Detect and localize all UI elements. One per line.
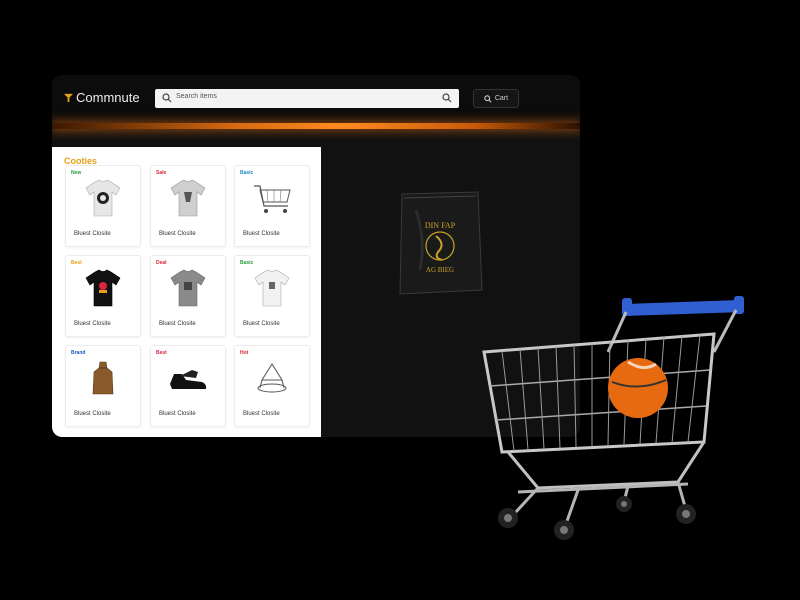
- search-icon: [484, 94, 492, 103]
- product-tag: Deal: [156, 260, 167, 266]
- tshirt-icon: [170, 269, 206, 307]
- product-tag: Brand: [71, 350, 86, 356]
- product-tag: Best: [71, 260, 82, 266]
- product-caption: Bluest Closite: [74, 411, 111, 417]
- product-caption: Bluest Closite: [74, 231, 111, 237]
- product-caption: Bluest Closite: [159, 411, 196, 417]
- cart-icon: [254, 185, 291, 213]
- bag-icon: [92, 361, 114, 395]
- shopping-cart-icon: [482, 296, 744, 540]
- product-card[interactable]: Best Bluest Closite: [150, 345, 226, 427]
- bag-label-top: DIN FAP: [425, 221, 456, 230]
- tshirt-icon: [85, 269, 121, 307]
- shoe-icon: [170, 370, 207, 389]
- product-tag: Basic: [240, 260, 254, 266]
- cart-button-label: Cart: [494, 95, 509, 102]
- product-caption: Bluest Closite: [159, 321, 196, 327]
- product-card[interactable]: Sale Bluest Closite: [150, 165, 226, 247]
- product-card[interactable]: Deal Bluest Closite: [150, 255, 226, 337]
- cart-button[interactable]: Cart: [473, 89, 519, 108]
- product-tag: Sale: [156, 170, 167, 176]
- tshirt-icon: [254, 269, 290, 307]
- product-caption: Bluest Closite: [243, 321, 280, 327]
- product-card[interactable]: Brand Bluest Closite: [65, 345, 141, 427]
- package-bag-icon[interactable]: DIN FAP AG BIEG: [396, 190, 484, 296]
- header-glow-divider: [52, 123, 580, 129]
- app-logo[interactable]: Commnute: [64, 90, 140, 105]
- product-card[interactable]: Basic Bluest Closite: [234, 255, 310, 337]
- bag-label-bottom: AG BIEG: [426, 266, 454, 274]
- product-tag: New: [71, 170, 82, 176]
- product-card[interactable]: Basic Bluest Closite: [234, 165, 310, 247]
- product-caption: Bluest Closite: [243, 411, 280, 417]
- app-header: Commnute Search items Cart: [52, 75, 580, 123]
- product-caption: Bluest Closite: [74, 321, 111, 327]
- search-submit-icon[interactable]: [442, 93, 452, 103]
- product-tag: Best: [156, 350, 167, 356]
- product-caption: Bluest Closite: [159, 231, 196, 237]
- tshirt-icon: [85, 179, 121, 217]
- logo-icon: [64, 93, 73, 102]
- hanger-icon: [257, 363, 287, 393]
- search-input[interactable]: Search items: [176, 93, 217, 100]
- product-card[interactable]: Best Bluest Closite: [65, 255, 141, 337]
- product-tag: Hot: [240, 350, 249, 356]
- product-caption: Bluest Closite: [243, 231, 280, 237]
- product-card[interactable]: New Bluest Closite: [65, 165, 141, 247]
- tshirt-icon: [170, 179, 206, 217]
- product-card[interactable]: Hot Bluest Closite: [234, 345, 310, 427]
- search-bar[interactable]: Search items: [155, 89, 459, 108]
- logo-text: Commnute: [76, 90, 140, 105]
- product-tag: Basic: [240, 170, 254, 176]
- catalog-panel: Cooties New Bluest Closite Sale Bluest C…: [52, 147, 321, 437]
- search-icon: [162, 93, 172, 103]
